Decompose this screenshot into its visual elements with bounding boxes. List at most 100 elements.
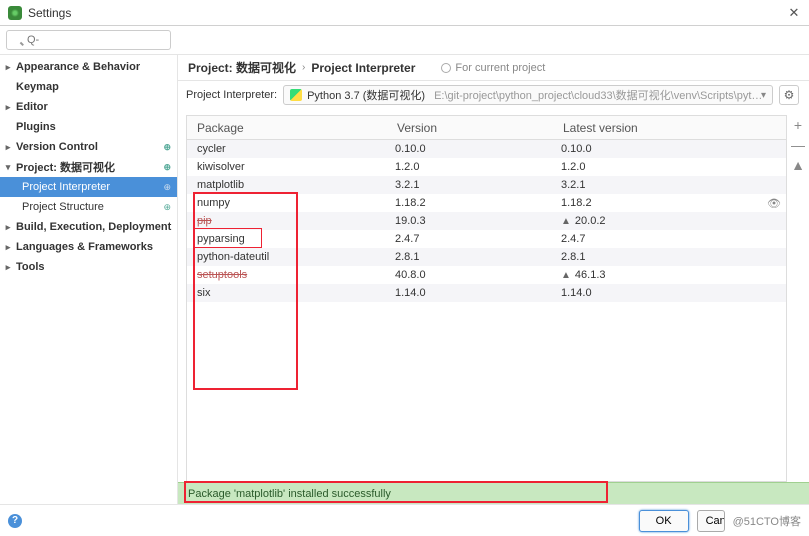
main: ▸ Appearance & Behavior Keymap ▸ Editor Plugi… [0, 55, 809, 504]
package-latest: 2.4.7 [553, 233, 786, 245]
sidebar-item-label: Build, Execution, Deployment [16, 221, 171, 233]
sidebar-item-9[interactable]: ▸ Languages & Frameworks [0, 237, 177, 257]
sidebar-item-2[interactable]: ▸ Editor [0, 97, 177, 117]
table-row[interactable]: python-dateutil2.8.12.8.1 [187, 248, 786, 266]
sidebar-item-label: Editor [16, 101, 48, 113]
sidebar-item-8[interactable]: ▸Build, Execution, Deployment [0, 217, 177, 237]
package-version: 1.18.2 [387, 197, 553, 209]
chevron-right-icon: ▸ [4, 62, 12, 73]
package-name: kiwisolver [187, 161, 387, 173]
package-name: six [187, 287, 387, 299]
package-version: 2.4.7 [387, 233, 553, 245]
sidebar-item-label: Version Control [16, 141, 98, 153]
dialog-buttons: OK Cancel @51CTO博客 [639, 510, 801, 532]
interpreter-name: Python 3.7 (数据可视化) [307, 87, 425, 103]
package-latest: 1.14.0 [553, 287, 786, 299]
breadcrumb: Project: 数据可视化 › Project Interpreter For… [178, 55, 809, 81]
remove-package-button[interactable]: — [790, 137, 806, 153]
package-name: setuptools [187, 269, 387, 281]
package-latest: 0.10.0 [553, 143, 786, 155]
titlebar-left: Settings [8, 6, 71, 20]
col-version[interactable]: Version [387, 121, 553, 135]
col-latest[interactable]: Latest version [553, 121, 786, 135]
table-row[interactable]: matplotlib3.2.13.2.1 [187, 176, 786, 194]
package-latest: 2.8.1 [553, 251, 786, 263]
sidebar-item-label: Languages & Frameworks [16, 241, 153, 253]
gear-icon[interactable]: ⚙ [779, 85, 799, 105]
table-row[interactable]: pip19.0.3▲20.0.2 [187, 212, 786, 230]
scope-icon: ⊕ [163, 162, 171, 173]
status-wrap: Package 'matplotlib' installed successfu… [178, 482, 809, 504]
interpreter-select[interactable]: Python 3.7 (数据可视化) E:\git-project\python… [283, 85, 773, 105]
table-row[interactable]: setuptools40.8.0▲46.1.3 [187, 266, 786, 284]
sidebar-item-5[interactable]: ▾Project: 数据可视化⊕ [0, 157, 177, 177]
col-package[interactable]: Package [187, 121, 387, 135]
breadcrumb-sep: › [302, 62, 305, 73]
package-version: 19.0.3 [387, 215, 553, 227]
for-project-text: For current project [455, 62, 545, 74]
table-row[interactable]: six1.14.01.14.0 [187, 284, 786, 302]
package-name: python-dateutil [187, 251, 387, 263]
sidebar-item-label: Tools [16, 261, 45, 273]
sidebar-item-4[interactable]: ▸Version Control⊕ [0, 137, 177, 157]
sidebar-item-label: Plugins [16, 121, 56, 133]
cancel-button[interactable]: Cancel [697, 510, 725, 532]
sidebar-item-0[interactable]: ▸ Appearance & Behavior [0, 57, 177, 77]
package-name: pyparsing [187, 233, 387, 245]
titlebar: Settings ✕ [0, 0, 809, 26]
package-latest: 3.2.1 [553, 179, 786, 191]
status-message: Package 'matplotlib' installed successfu… [188, 488, 391, 500]
search-row [0, 26, 809, 55]
table-row[interactable]: pyparsing2.4.72.4.7 [187, 230, 786, 248]
python-icon [290, 89, 302, 101]
package-name: cycler [187, 143, 387, 155]
sidebar-item-label: Keymap [16, 81, 59, 93]
table-row[interactable]: numpy1.18.21.18.2👁 [187, 194, 786, 212]
status-bar: Package 'matplotlib' installed successfu… [178, 482, 809, 504]
upgrade-package-button[interactable]: ▲ [790, 157, 806, 173]
chevron-right-icon: ▸ [4, 102, 12, 113]
help-icon[interactable]: ? [8, 514, 22, 528]
sidebar-item-1[interactable]: Keymap [0, 77, 177, 97]
ok-button[interactable]: OK [639, 510, 689, 532]
search-input[interactable] [6, 30, 171, 50]
close-icon[interactable]: ✕ [787, 6, 801, 20]
app-icon [8, 6, 22, 20]
packages-table: Package Version Latest version cycler0.1… [186, 115, 787, 482]
table-row[interactable]: kiwisolver1.2.01.2.0 [187, 158, 786, 176]
eye-icon: 👁 [767, 197, 781, 210]
sidebar-item-10[interactable]: ▸ Tools [0, 257, 177, 277]
upgrade-arrow-icon: ▲ [561, 270, 571, 281]
sidebar-item-3[interactable]: Plugins [0, 117, 177, 137]
interpreter-label: Project Interpreter: [186, 89, 277, 101]
package-name: numpy [187, 197, 387, 209]
chevron-right-icon: ▸ [4, 242, 12, 253]
reset-icon[interactable] [441, 63, 451, 73]
package-name: matplotlib [187, 179, 387, 191]
package-version: 0.10.0 [387, 143, 553, 155]
sidebar-item-label: Appearance & Behavior [16, 61, 140, 73]
package-version: 1.2.0 [387, 161, 553, 173]
sidebar-item-6[interactable]: Project Interpreter⊕ [0, 177, 177, 197]
table-row[interactable]: cycler0.10.00.10.0 [187, 140, 786, 158]
package-latest: 1.2.0 [553, 161, 786, 173]
sidebar-item-7[interactable]: Project Structure ⊕ [0, 197, 177, 217]
add-package-button[interactable]: + [790, 117, 806, 133]
package-version: 1.14.0 [387, 287, 553, 299]
sidebar-item-label: Project Structure [22, 201, 104, 213]
table-actions: + — ▲ [787, 115, 809, 482]
package-version: 2.8.1 [387, 251, 553, 263]
table-header: Package Version Latest version [187, 116, 786, 140]
breadcrumb-project: Project: 数据可视化 [188, 59, 296, 76]
table-wrap: Package Version Latest version cycler0.1… [186, 115, 809, 482]
sidebar-item-label: Project Interpreter [22, 181, 110, 193]
chevron-right-icon: ▸ [4, 262, 12, 273]
sidebar: ▸ Appearance & Behavior Keymap ▸ Editor Plugi… [0, 55, 178, 504]
package-version: 40.8.0 [387, 269, 553, 281]
scope-icon: ⊕ [163, 202, 171, 213]
button-bar: ? OK Cancel @51CTO博客 [0, 504, 809, 536]
interpreter-row: Project Interpreter: Python 3.7 (数据可视化) … [178, 81, 809, 109]
window-title: Settings [28, 6, 71, 20]
chevron-right-icon: ▸ [4, 142, 12, 153]
package-latest: ▲20.0.2 [553, 215, 786, 227]
